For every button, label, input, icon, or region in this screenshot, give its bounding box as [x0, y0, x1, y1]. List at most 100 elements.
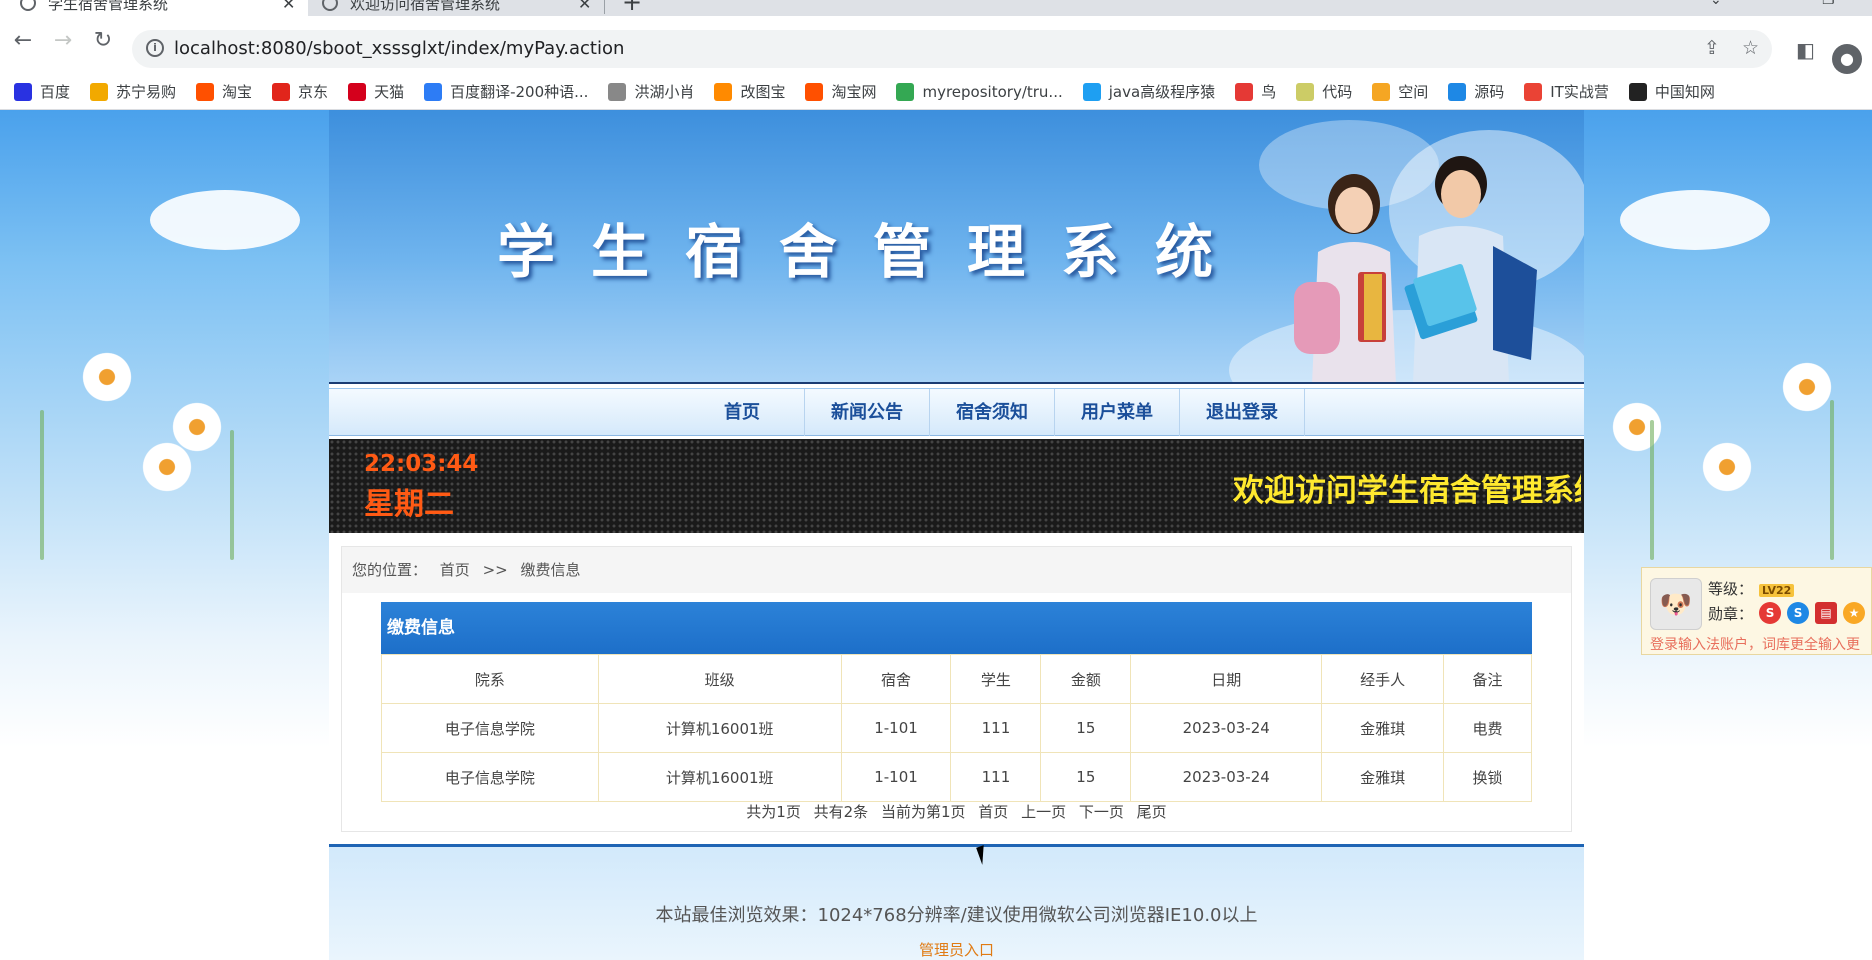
pager-first[interactable]: 首页 — [978, 803, 1008, 821]
nav-logout[interactable]: 退出登录 — [1180, 389, 1305, 436]
bookmark-item[interactable]: 百度 — [14, 81, 70, 102]
bookmark-label: 代码 — [1322, 83, 1353, 101]
bookmark-item[interactable]: 京东 — [272, 81, 328, 102]
tab-inactive[interactable]: 欢迎访问宿舍管理系统 ✕ — [322, 0, 602, 16]
bookmark-item[interactable]: 淘宝网 — [805, 81, 876, 102]
table-cell: 换锁 — [1443, 752, 1532, 802]
book-medal-icon[interactable]: ▤ — [1815, 602, 1838, 624]
bookmark-item[interactable]: 空间 — [1372, 81, 1428, 102]
table-cell: 111 — [950, 703, 1042, 753]
bookmark-item[interactable]: 百度翻译-200种语... — [424, 81, 588, 102]
table-title: 缴费信息 — [381, 602, 1532, 654]
breadcrumb-separator: >> — [482, 561, 508, 579]
breadcrumb-prefix: 您的位置： — [352, 561, 428, 579]
restore-icon[interactable]: ❐ — [1822, 0, 1835, 8]
star-icon — [1372, 82, 1391, 101]
tab-active[interactable]: 学生宿舍管理系统 ✕ — [0, 0, 308, 16]
browser-toolbar: ← → ↻ i localhost:8080/sboot_xsssglxt/in… — [0, 16, 1872, 74]
ime-level: 等级： LV22 — [1708, 578, 1795, 599]
close-icon[interactable]: ✕ — [578, 0, 591, 13]
admin-entry-link[interactable]: 管理员入口 — [329, 939, 1584, 960]
page-viewport: 学生宿舍管理系统 首页 新闻公告 宿舍须知 用户菜单 退出登录 22:03:44… — [0, 110, 1872, 960]
cloud-decoration — [150, 190, 300, 250]
info-icon[interactable]: i — [146, 39, 164, 57]
site-banner: 学生宿舍管理系统 — [329, 110, 1584, 384]
swallow-icon — [1235, 82, 1254, 101]
cnki-icon — [1628, 82, 1647, 101]
side-panel-icon[interactable]: ◧ — [1796, 38, 1815, 62]
student-boy-illustration — [1404, 156, 1537, 382]
led-ticker: 22:03:44 星期二 欢迎访问学生宿舍管理系统 — [329, 439, 1584, 533]
bookmark-item[interactable]: 源码 — [1448, 81, 1504, 102]
star-icon[interactable]: ☆ — [1742, 37, 1759, 59]
bookmark-label: 百度 — [40, 83, 71, 101]
bookmark-item[interactable]: 苏宁易购 — [90, 81, 176, 102]
column-header: 备注 — [1443, 654, 1532, 704]
bookmark-item[interactable]: myrepository/tru... — [896, 82, 1063, 101]
forward-icon[interactable]: → — [50, 28, 76, 53]
bookmark-item[interactable]: 淘宝 — [196, 81, 252, 102]
tab-separator — [604, 0, 605, 14]
nav-dorm-notice[interactable]: 宿舍须知 — [930, 389, 1055, 436]
clock-time: 22:03:44 — [364, 451, 479, 477]
column-header: 宿舍 — [840, 654, 952, 704]
bookmark-item[interactable]: 洪湖小肖 — [608, 81, 694, 102]
tv-icon — [1082, 82, 1101, 101]
table-cell: 电子信息学院 — [381, 703, 599, 753]
bookmark-label: 源码 — [1474, 83, 1505, 101]
chrome-icon — [896, 82, 915, 101]
blue-medal-icon[interactable]: S — [1787, 602, 1810, 624]
bookmark-item[interactable]: 鸟 — [1235, 81, 1276, 102]
table-cell: 电子信息学院 — [381, 752, 599, 802]
globe-icon — [20, 0, 36, 11]
table-cell: 金雅琪 — [1321, 752, 1445, 802]
address-bar[interactable]: i localhost:8080/sboot_xsssglxt/index/my… — [132, 30, 1772, 68]
new-tab-button[interactable]: + — [622, 0, 642, 16]
breadcrumb-home[interactable]: 首页 — [440, 561, 470, 579]
pager-total-pages: 共为1页 — [746, 803, 801, 821]
ime-login-tip[interactable]: 登录输入法账户，词库更全输入更 — [1650, 634, 1872, 654]
nav-user-menu[interactable]: 用户菜单 — [1055, 389, 1180, 436]
chevron-down-icon[interactable]: ⌄ — [1710, 0, 1722, 8]
table-cell: 2023-03-24 — [1130, 752, 1323, 802]
pager-last[interactable]: 尾页 — [1137, 803, 1167, 821]
table-header-row: 院系 班级 宿舍 学生 金额 日期 经手人 备注 — [381, 654, 1532, 704]
table-cell: 1-101 — [840, 752, 952, 802]
welcome-marquee: 欢迎访问学生宿舍管理系统 — [1233, 473, 1581, 509]
url-text[interactable]: localhost:8080/sboot_xsssglxt/index/myPa… — [174, 38, 624, 59]
table-cell: 15 — [1040, 752, 1132, 802]
globe-icon — [322, 0, 338, 11]
nav-news[interactable]: 新闻公告 — [805, 389, 930, 436]
back-icon[interactable]: ← — [10, 28, 36, 53]
table-cell: 1-101 — [840, 703, 952, 753]
bookmark-item[interactable]: java高级程序猿 — [1082, 81, 1215, 102]
grass-decoration — [1830, 400, 1834, 560]
bookmark-item[interactable]: 天猫 — [348, 81, 404, 102]
bookmark-item[interactable]: 代码 — [1296, 81, 1352, 102]
gold-medal-icon[interactable]: ★ — [1843, 602, 1866, 624]
flower-decoration — [80, 350, 134, 404]
ime-level-badge: LV22 — [1759, 584, 1795, 597]
pager-next[interactable]: 下一页 — [1079, 803, 1124, 821]
column-header: 学生 — [950, 654, 1042, 704]
site-container: 学生宿舍管理系统 首页 新闻公告 宿舍须知 用户菜单 退出登录 22:03:44… — [329, 110, 1584, 960]
taobao-icon — [196, 82, 215, 101]
table-cell: 2023-03-24 — [1130, 703, 1323, 753]
profile-avatar-icon[interactable]: ● — [1832, 44, 1862, 74]
close-icon[interactable]: ✕ — [282, 0, 295, 13]
column-header: 班级 — [597, 654, 842, 704]
reload-icon[interactable]: ↻ — [90, 28, 116, 53]
flower-decoration — [1610, 400, 1664, 454]
sogou-medal-icon[interactable]: S — [1759, 602, 1782, 624]
ime-avatar-icon[interactable]: 🐶 — [1650, 578, 1702, 630]
nav-home[interactable]: 首页 — [680, 389, 805, 436]
bookmark-item[interactable]: IT实战营 — [1524, 81, 1609, 102]
bookmark-label: 鸟 — [1261, 83, 1277, 101]
breadcrumb-current: 缴费信息 — [520, 561, 581, 579]
bookmarks-bar: 百度 苏宁易购 淘宝 京东 天猫 百度翻译-200种语... 洪湖小肖 改图宝 淘宝网 myrep… — [0, 74, 1872, 110]
bookmark-item[interactable]: 中国知网 — [1628, 81, 1715, 102]
bookmark-item[interactable]: 改图宝 — [714, 81, 785, 102]
pager-prev[interactable]: 上一页 — [1021, 803, 1066, 821]
bookmark-label: 中国知网 — [1654, 83, 1715, 101]
share-icon[interactable]: ⇪ — [1704, 37, 1720, 59]
